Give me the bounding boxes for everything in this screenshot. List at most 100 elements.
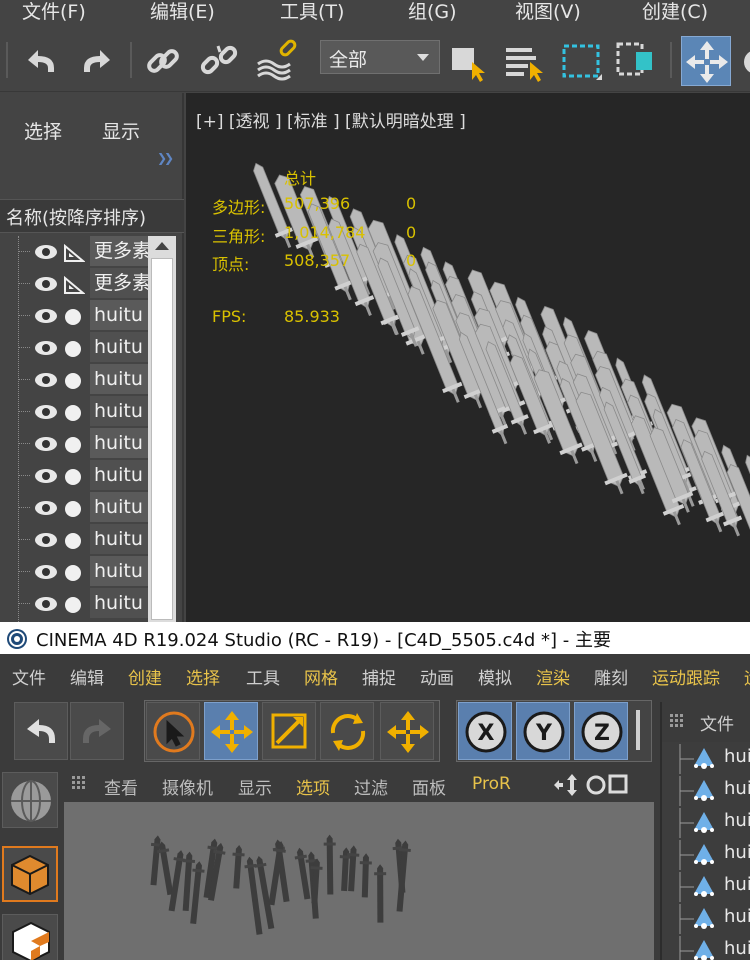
menu-file[interactable]: 文件(F) [22,0,86,24]
c4d-object-row[interactable]: huit [676,872,750,902]
sword-model[interactable] [374,864,387,923]
c4d-menu-item[interactable]: 网格 [304,664,338,689]
sword-models[interactable] [186,93,750,622]
eye-icon[interactable] [34,564,58,580]
c4d-object-row[interactable]: huit [676,776,750,806]
c4d-menu-item[interactable]: 模拟 [478,664,512,689]
scene-object-row[interactable]: huitu [0,364,148,396]
c4d-recent-tool-button[interactable] [380,702,434,760]
c4d-model-mode-button[interactable] [2,772,58,828]
coordinate-system-icon[interactable] [636,710,640,750]
undo-button[interactable] [18,38,64,84]
c4d-menu-item[interactable]: 文件 [12,664,46,689]
c4d-x-axis-button[interactable]: X [458,702,512,760]
expand-chevron-icon[interactable]: ❯❯ [157,151,174,165]
c4d-object-row[interactable]: huit [676,808,750,838]
eye-icon[interactable] [34,340,58,356]
link-button[interactable] [140,38,186,84]
scene-object-row[interactable]: huitu [0,332,148,364]
c4d-sword-models[interactable] [64,802,654,960]
eye-icon[interactable] [34,532,58,548]
scene-object-row[interactable]: huitu [0,556,148,588]
tab-select[interactable]: 选择 [24,117,62,144]
eye-icon[interactable] [34,244,58,260]
c4d-scale-button[interactable] [262,702,316,760]
tab-display[interactable]: 显示 [102,117,140,144]
unlink-button[interactable] [196,38,242,84]
redo-button[interactable] [74,38,120,84]
c4d-menu-item[interactable]: 创建 [128,664,162,689]
rotate-tool-button[interactable] [738,38,750,84]
c4d-menu-item[interactable]: 运 [744,664,750,689]
c4d-texture-mode-button[interactable] [2,914,58,960]
scene-object-row[interactable]: huitu [0,492,148,524]
bind-spacewarp-button[interactable] [254,38,300,84]
scene-object-row[interactable]: huitu [0,396,148,428]
scene-object-row[interactable]: huitu [0,428,148,460]
perspective-viewport[interactable]: [+] [透视 ] [标准 ] [默认明暗处理 ] 总计 多边形: 507,39… [186,93,750,622]
c4d-rotate-button[interactable] [320,702,374,760]
eye-icon[interactable] [34,596,58,612]
c4d-viewport-menu-item[interactable]: 查看 [104,774,138,799]
select-by-name-button[interactable] [502,38,548,84]
selection-filter-dropdown[interactable]: 全部 [320,40,440,74]
c4d-menu-item[interactable]: 捕捉 [362,664,396,689]
c4d-object-row[interactable]: huit [676,840,750,870]
c4d-menu-item[interactable]: 选择 [186,664,220,689]
eye-icon[interactable] [34,372,58,388]
c4d-redo-button[interactable] [70,702,124,760]
c4d-viewport-menu-item[interactable]: ProR [472,774,511,794]
scroll-up-icon[interactable] [155,242,169,250]
menu-view[interactable]: 视图(V) [515,0,581,24]
c4d-menu-item[interactable]: 雕刻 [594,664,628,689]
c4d-object-row[interactable]: huit [676,744,750,774]
scene-object-row[interactable]: huitu [0,460,148,492]
sword-model[interactable] [323,834,337,895]
c4d-menu-item[interactable]: 渲染 [536,664,570,689]
c4d-viewport-menu-item[interactable]: 选项 [296,774,330,799]
scene-object-row[interactable]: huitu [0,588,148,620]
window-crossing-button[interactable] [614,38,660,84]
scene-object-row[interactable]: huitu [0,300,148,332]
c4d-move-button[interactable] [204,702,258,760]
scene-object-row[interactable]: huitu [0,524,148,556]
c4d-object-row[interactable]: huit [676,936,750,960]
c4d-perspective-viewport[interactable] [64,802,654,960]
scrollbar-thumb[interactable] [151,258,173,620]
menu-group[interactable]: 组(G) [408,0,457,24]
c4d-y-axis-button[interactable]: Y [516,702,570,760]
eye-icon[interactable] [34,308,58,324]
c4d-undo-button[interactable] [14,702,68,760]
move-tool-button[interactable] [681,36,731,86]
object-manager-file-menu[interactable]: 文件 [700,710,734,735]
c4d-viewport-menu-item[interactable]: 摄像机 [162,774,213,799]
c4d-viewport-menu-item[interactable]: 过滤 [354,774,388,799]
c4d-menu-item[interactable]: 工具 [246,664,280,689]
name-column-header[interactable]: 名称(按降序排序) [0,199,184,233]
viewport-nav-icons[interactable] [546,772,656,798]
sword-model[interactable] [359,853,372,898]
menu-tools[interactable]: 工具(T) [280,0,344,24]
c4d-object-mode-button[interactable] [2,846,58,902]
rectangle-selection-button[interactable] [558,38,604,84]
menu-create[interactable]: 创建(C) [642,0,708,24]
scene-list-scrollbar[interactable] [148,236,176,622]
c4d-viewport-menu-item[interactable]: 显示 [238,774,272,799]
eye-icon[interactable] [34,468,58,484]
c4d-menu-item[interactable]: 编辑 [70,664,104,689]
eye-icon[interactable] [34,500,58,516]
c4d-live-selection-button[interactable] [146,702,200,760]
sword-model[interactable] [230,845,245,889]
select-object-button[interactable] [446,38,492,84]
menu-edit[interactable]: 编辑(E) [150,0,215,24]
eye-icon[interactable] [34,436,58,452]
scene-object-row[interactable]: 更多素 [0,268,148,300]
c4d-object-row[interactable]: huit [676,904,750,934]
c4d-viewport-menu-item[interactable]: 面板 [412,774,446,799]
c4d-menu-item[interactable]: 运动跟踪 [652,664,720,689]
eye-icon[interactable] [34,276,58,292]
scene-object-row[interactable]: 更多素 [0,236,148,268]
c4d-menu-item[interactable]: 动画 [420,664,454,689]
eye-icon[interactable] [34,404,58,420]
c4d-z-axis-button[interactable]: Z [574,702,628,760]
